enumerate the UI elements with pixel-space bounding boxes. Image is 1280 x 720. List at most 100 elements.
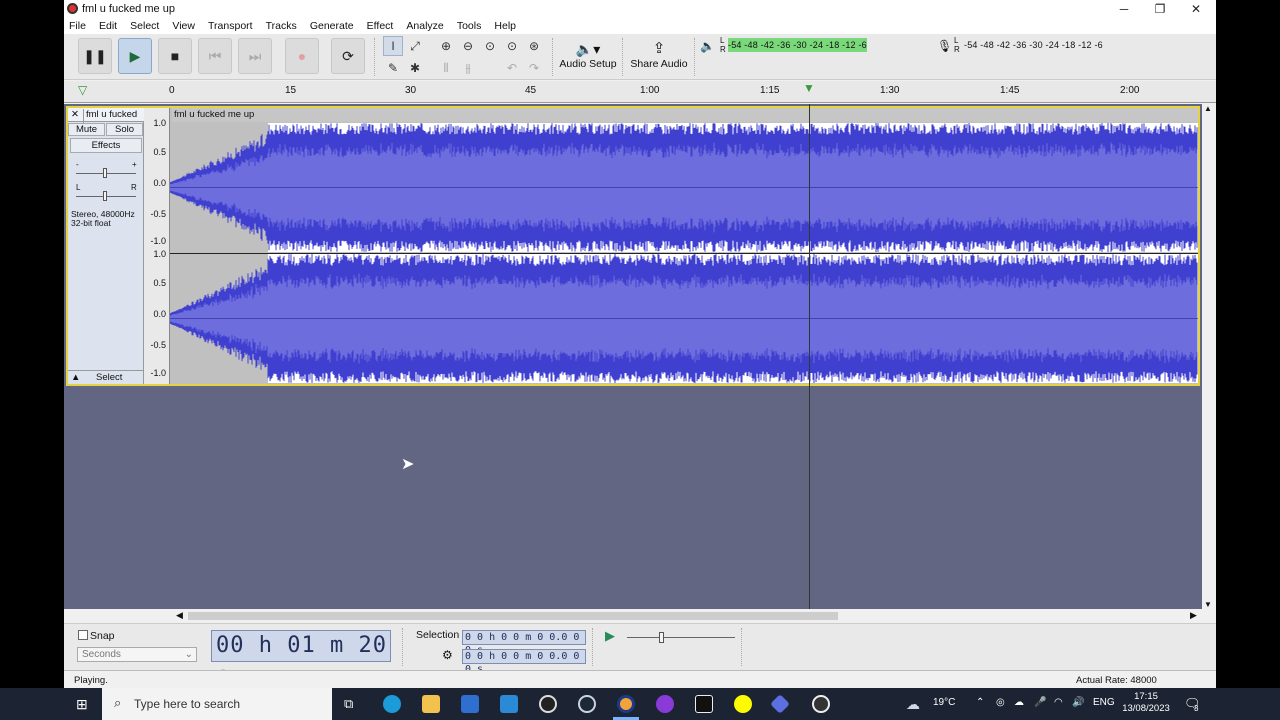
clip-name[interactable]: fml u fucked me up (172, 108, 1198, 122)
menu-edit[interactable]: Edit (94, 18, 122, 32)
menu-transport[interactable]: Transport (203, 18, 258, 32)
play-head-marker-icon[interactable]: ▽ (78, 83, 87, 97)
multi-tool-icon[interactable]: ✱ (405, 58, 425, 78)
select-button[interactable]: Select (96, 372, 122, 383)
stop-button[interactable]: ■ (158, 38, 192, 74)
windows-start-icon[interactable]: ⊞ (76, 696, 88, 713)
play-speed-thumb[interactable] (659, 632, 664, 643)
chevron-up-icon[interactable]: ⌃ (976, 697, 984, 708)
waveform-area[interactable]: fml u fucked me up (170, 108, 1198, 384)
horizontal-scroll-thumb[interactable] (188, 612, 838, 620)
wifi-icon[interactable]: ◠ (1054, 697, 1063, 708)
language-indicator[interactable]: ENG (1093, 697, 1115, 708)
gain-slider-thumb[interactable] (103, 168, 107, 178)
waveform-left-channel[interactable] (170, 123, 1198, 252)
steam-icon[interactable] (578, 695, 596, 713)
scroll-left-icon[interactable]: ◀ (176, 610, 183, 621)
envelope-tool-icon[interactable]: ⤢ (405, 36, 425, 56)
zoom-toggle-icon[interactable]: ⊛ (524, 36, 544, 56)
menu-tracks[interactable]: Tracks (261, 18, 302, 32)
audio-track[interactable]: ✕ fml u fucked ▾ Mute Solo Effects - + L… (66, 106, 1200, 386)
snap-unit-select[interactable]: Seconds ⌄ (77, 647, 197, 662)
skip-to-start-button[interactable]: ⏮ (198, 38, 232, 74)
menu-effect[interactable]: Effect (362, 18, 399, 32)
edge-browser-icon[interactable] (383, 695, 401, 713)
snap-checkbox[interactable] (78, 630, 88, 640)
menu-help[interactable]: Help (489, 18, 521, 32)
fit-selection-icon[interactable]: ⊙ (480, 36, 500, 56)
mic-tray-icon[interactable]: 🎤 (1034, 697, 1046, 708)
cloud-weather-icon[interactable]: ☁ (906, 696, 920, 713)
tiktok-icon[interactable] (695, 695, 713, 713)
draw-tool-icon[interactable]: ✎ (383, 58, 403, 78)
clock[interactable]: 17:15 13/08/2023 (1118, 691, 1174, 715)
app-icon[interactable] (770, 694, 790, 714)
undo-icon[interactable]: ↶ (502, 58, 522, 78)
microphone-icon[interactable]: 🎙 (937, 39, 952, 53)
solo-button[interactable]: Solo (106, 123, 143, 136)
redo-icon[interactable]: ↷ (524, 58, 544, 78)
record-button[interactable]: ● (285, 38, 319, 74)
record-meter[interactable]: -54 -48 -42 -36 -30 -24 -18 -12 -6 (964, 38, 1154, 52)
scroll-up-icon[interactable]: ▲ (1204, 104, 1212, 113)
vertical-scrollbar[interactable]: ▲ ▼ (1202, 104, 1216, 609)
fit-project-icon[interactable]: ⊙ (502, 36, 522, 56)
audio-setup-button[interactable]: 🔈▾ Audio Setup (558, 38, 618, 76)
tracks-area[interactable]: ✕ fml u fucked ▾ Mute Solo Effects - + L… (64, 104, 1202, 609)
silence-audio-icon[interactable]: ⫵ (458, 58, 478, 78)
media-player-icon[interactable] (812, 695, 830, 713)
volume-icon[interactable]: 🔊 (1072, 697, 1084, 708)
selection-end-field[interactable]: 0 0 h 0 0 m 0 0.0 0 0 s (462, 649, 586, 675)
playback-meter[interactable]: -54 -48 -42 -36 -30 -24 -18 -12 -6 (728, 38, 918, 52)
restore-button[interactable]: ❐ (1142, 0, 1178, 18)
minimize-button[interactable]: ─ (1106, 0, 1142, 18)
collapse-icon[interactable]: ▲ (71, 372, 80, 383)
time-display[interactable]: 00 h 01 m 20 s▾ (211, 630, 391, 688)
horizontal-scrollbar[interactable]: ◀ ▶ (64, 609, 1202, 623)
obs-icon[interactable] (539, 695, 557, 713)
snapchat-icon[interactable] (734, 695, 752, 713)
trim-audio-icon[interactable]: ⫴ (436, 58, 456, 78)
settings-gear-icon[interactable]: ⚙ (442, 648, 453, 662)
waveform-right-channel[interactable] (170, 254, 1198, 383)
play-button[interactable]: ▶ (118, 38, 152, 74)
file-explorer-icon[interactable] (422, 695, 440, 713)
track-close-icon[interactable]: ✕ (71, 109, 79, 120)
mail-icon[interactable] (500, 695, 518, 713)
menu-tools[interactable]: Tools (452, 18, 487, 32)
ruler-tick: 1:00 (640, 85, 660, 96)
zoom-in-icon[interactable]: ⊕ (436, 36, 456, 56)
playback-position-marker-icon[interactable]: ▼ (803, 81, 815, 95)
zoom-out-icon[interactable]: ⊖ (458, 36, 478, 56)
pan-slider-thumb[interactable] (103, 191, 107, 201)
menu-file[interactable]: File (64, 18, 91, 32)
menu-analyze[interactable]: Analyze (401, 18, 448, 32)
timeline-ruler[interactable]: ▽ ▼ 0 15 30 45 1:00 1:15 1:30 1:45 2:00 (64, 81, 1216, 103)
ruler-tick: 0 (169, 85, 175, 96)
play-at-speed-icon[interactable]: ▶ (605, 628, 615, 644)
podcast-app-icon[interactable] (656, 695, 674, 713)
loop-button[interactable]: ⟳ (331, 38, 365, 74)
selection-start-field[interactable]: 0 0 h 0 0 m 0 0.0 0 0 s (462, 630, 586, 656)
menu-select[interactable]: Select (125, 18, 164, 32)
effects-button[interactable]: Effects (70, 138, 142, 153)
playback-speaker-icon[interactable]: 🔈 (700, 39, 715, 53)
audacity-taskbar-icon[interactable] (617, 695, 635, 713)
task-view-icon[interactable]: ⧉ (344, 696, 353, 712)
scroll-down-icon[interactable]: ▼ (1204, 600, 1212, 609)
menu-view[interactable]: View (167, 18, 200, 32)
track-select-bar[interactable]: ▲ Select (68, 370, 144, 384)
scroll-right-icon[interactable]: ▶ (1190, 610, 1197, 621)
onedrive-icon[interactable]: ☁ (1014, 697, 1024, 708)
pause-button[interactable]: ❚❚ (78, 38, 112, 74)
share-audio-button[interactable]: ⇪ Share Audio (629, 38, 689, 76)
mute-button[interactable]: Mute (68, 123, 105, 136)
menu-generate[interactable]: Generate (305, 18, 359, 32)
taskbar-search[interactable]: ⌕ Type here to search (102, 688, 332, 720)
play-speed-slider[interactable] (627, 637, 735, 638)
meet-icon[interactable]: ◎ (996, 697, 1005, 708)
close-button[interactable]: ✕ (1178, 0, 1214, 18)
store-icon[interactable] (461, 695, 479, 713)
skip-to-end-button[interactable]: ⏭ (238, 38, 272, 74)
selection-tool-icon[interactable]: I (383, 36, 403, 56)
